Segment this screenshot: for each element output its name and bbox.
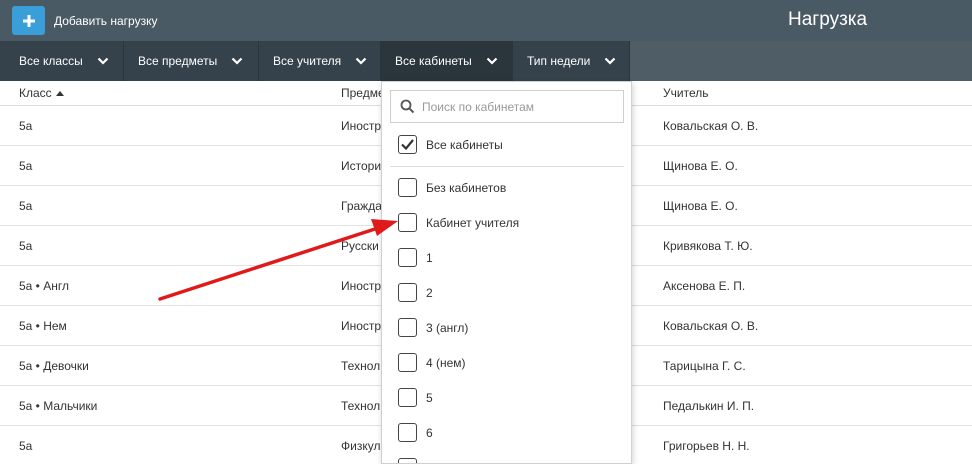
cell-teacher: Тарицына Г. С. — [663, 358, 746, 373]
cell-class: 5а • Нем — [19, 318, 67, 333]
filter-bar-spacer — [630, 41, 972, 81]
chevron-down-icon — [231, 57, 243, 65]
plus-icon — [12, 6, 45, 35]
filter-week-type[interactable]: Тип недели — [513, 41, 630, 81]
checkbox[interactable] — [398, 423, 417, 442]
option-label: 4 (нем) — [426, 355, 466, 370]
cell-subject: Технол — [341, 358, 381, 373]
cell-subject: Русски — [341, 238, 379, 253]
cell-subject: Иностр — [341, 118, 382, 133]
option-label: 2 — [426, 285, 433, 300]
cell-class: 5а — [19, 118, 33, 133]
cell-subject: Иностр — [341, 318, 382, 333]
option-room[interactable] — [398, 458, 426, 463]
filter-rooms[interactable]: Все кабинеты — [381, 41, 513, 81]
option-label: Все кабинеты — [426, 137, 503, 152]
cell-class: 5а • Англ — [19, 278, 69, 293]
rooms-dropdown: Все кабинеты Без кабинетов Кабинет учите… — [381, 81, 632, 464]
cell-class: 5а • Мальчики — [19, 398, 98, 413]
divider — [390, 166, 624, 167]
cell-subject: Иностр — [341, 278, 382, 293]
search-icon — [400, 99, 415, 114]
checkbox[interactable] — [398, 353, 417, 372]
filter-teachers-label: Все учителя — [273, 54, 342, 68]
cell-class: 5а — [19, 158, 33, 173]
cell-subject: Физкул — [341, 438, 381, 453]
cell-subject: Истори — [341, 158, 382, 173]
option-room[interactable]: 4 (нем) — [398, 353, 466, 372]
cell-subject: Технол — [341, 398, 381, 413]
filter-subjects[interactable]: Все предметы — [124, 41, 259, 81]
option-label: 1 — [426, 250, 433, 265]
checkbox[interactable] — [398, 318, 417, 337]
filter-teachers[interactable]: Все учителя — [259, 41, 381, 81]
filter-week-type-label: Тип недели — [527, 54, 591, 68]
filter-classes-label: Все классы — [19, 54, 83, 68]
cell-teacher: Григорьев Н. Н. — [663, 438, 750, 453]
cell-teacher: Педалькин И. П. — [663, 398, 755, 413]
option-room[interactable]: 5 — [398, 388, 433, 407]
cell-teacher: Ковальская О. В. — [663, 118, 759, 133]
option-teacher-room[interactable]: Кабинет учителя — [398, 213, 519, 232]
cell-teacher: Щинова Е. О. — [663, 158, 738, 173]
option-label: Без кабинетов — [426, 180, 507, 195]
cell-class: 5а — [19, 238, 33, 253]
option-label: 5 — [426, 390, 433, 405]
option-no-rooms[interactable]: Без кабинетов — [398, 178, 506, 197]
checkbox[interactable] — [398, 458, 417, 463]
rooms-search-box — [390, 90, 624, 123]
checkbox[interactable] — [398, 283, 417, 302]
cell-class: 5а — [19, 198, 33, 213]
option-room[interactable]: 3 (англ) — [398, 318, 468, 337]
checkbox[interactable] — [398, 248, 417, 267]
filter-bar: Все классы Все предметы Все учителя Все … — [0, 41, 972, 81]
cell-class: 5а • Девочки — [19, 358, 89, 373]
add-load-button[interactable]: Добавить нагрузку — [12, 6, 157, 35]
option-label: Кабинет учителя — [426, 215, 520, 230]
column-header-teacher[interactable]: Учитель — [663, 86, 708, 100]
option-room[interactable]: 6 — [398, 423, 433, 442]
checkbox[interactable] — [398, 178, 417, 197]
cell-class: 5а — [19, 438, 33, 453]
filter-classes[interactable]: Все классы — [5, 41, 124, 81]
option-label: 3 (англ) — [426, 320, 469, 335]
checkbox[interactable] — [398, 213, 417, 232]
chevron-down-icon — [97, 57, 109, 65]
sort-asc-icon — [55, 91, 64, 97]
cell-teacher: Ковальская О. В. — [663, 318, 759, 333]
chevron-down-icon — [604, 57, 616, 65]
cell-subject: Гражда — [341, 198, 382, 213]
chevron-down-icon — [355, 57, 367, 65]
filter-rooms-label: Все кабинеты — [395, 54, 472, 68]
filter-subjects-label: Все предметы — [138, 54, 218, 68]
cell-teacher: Щинова Е. О. — [663, 198, 738, 213]
checkbox[interactable] — [398, 388, 417, 407]
rooms-search-input[interactable] — [422, 99, 612, 114]
option-label: 6 — [426, 425, 433, 440]
option-all-rooms[interactable]: Все кабинеты — [398, 135, 503, 154]
option-room[interactable]: 2 — [398, 283, 433, 302]
cell-teacher: Кривякова Т. Ю. — [663, 238, 753, 253]
chevron-down-icon — [486, 57, 498, 65]
column-header-class[interactable]: Класс — [19, 86, 64, 100]
cell-teacher: Аксенова Е. П. — [663, 278, 746, 293]
option-room[interactable]: 1 — [398, 248, 433, 267]
top-bar: Добавить нагрузку Нагрузка — [0, 0, 972, 41]
checkbox-checked[interactable] — [398, 135, 417, 154]
checkmark-icon — [401, 139, 414, 151]
add-load-label: Добавить нагрузку — [54, 13, 158, 28]
page-title: Нагрузка — [788, 9, 868, 30]
